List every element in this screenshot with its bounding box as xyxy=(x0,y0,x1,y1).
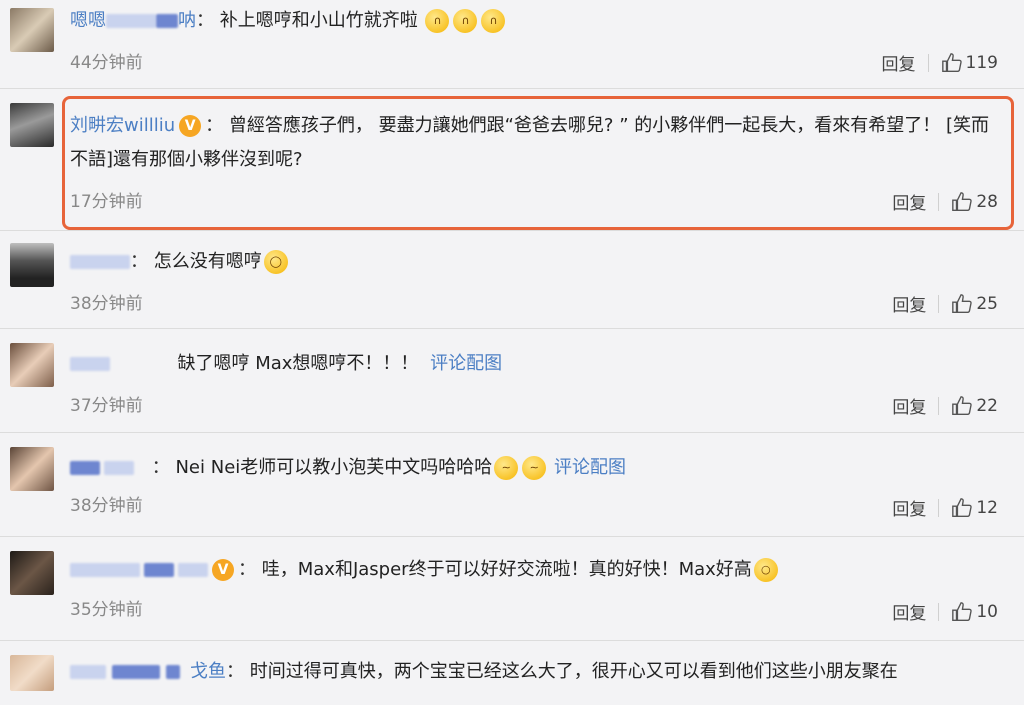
like-count: 119 xyxy=(965,52,998,73)
comment-line: ： 怎么没有嗯哼 ◯ xyxy=(70,245,1004,279)
comment-line: V： 哇，Max和Jasper终于可以好好交流啦！真的好快！Max好高 ○ xyxy=(70,553,1004,587)
avatar[interactable] xyxy=(10,343,54,387)
emoji-face-icon: ∩ xyxy=(425,9,450,33)
blurred-username xyxy=(112,665,160,679)
thumbs-up-icon[interactable] xyxy=(941,52,963,74)
blurred-username xyxy=(156,14,178,28)
thumbs-up-icon[interactable] xyxy=(951,497,973,519)
comment-image-link[interactable]: 评论配图 xyxy=(430,353,502,374)
comment-item: ： 怎么没有嗯哼 ◯ 38分钟前 回复 25 xyxy=(0,231,1024,329)
reply-button[interactable]: 回复 xyxy=(892,599,926,624)
timestamp: 35分钟前 xyxy=(70,600,143,620)
divider xyxy=(938,396,940,415)
comment-feed: 嗯嗯 呐： 补上嗯哼和小山竹就齐啦 ∩ ∩ ∩ 44分钟前 回复 119 刘畊宏wil… xyxy=(0,0,1024,705)
comment-image-link[interactable]: 评论配图 xyxy=(554,457,626,478)
thumbs-up-icon[interactable] xyxy=(951,601,973,623)
reply-button[interactable]: 回复 xyxy=(882,50,916,75)
comment-item: 戈鱼： 时间过得可真快，两个宝宝已经这么大了，很开心又可以看到他们这些小朋友聚在 xyxy=(0,641,1024,705)
highlight-box xyxy=(62,96,1014,230)
timestamp: 37分钟前 xyxy=(70,396,143,416)
comment-item: ： Nei Nei老师可以教小泡芙中文吗哈哈哈 ∼ ∼ 评论配图 38分钟前 回复 … xyxy=(0,433,1024,535)
blurred-username xyxy=(144,563,174,577)
comment-item: 嗯嗯 呐： 补上嗯哼和小山竹就齐啦 ∩ ∩ ∩ 44分钟前 回复 119 xyxy=(0,0,1024,88)
colon: ： xyxy=(238,559,256,580)
emoji-face-icon: ∼ xyxy=(494,456,519,480)
username[interactable] xyxy=(70,353,110,374)
divider xyxy=(938,294,940,313)
timestamp: 44分钟前 xyxy=(70,53,143,73)
divider xyxy=(938,602,940,621)
verified-v-icon: V xyxy=(212,559,234,581)
comment-text: 补上嗯哼和小山竹就齐啦 xyxy=(219,10,418,31)
emoji-face-icon: ∩ xyxy=(453,9,478,33)
thumbs-up-icon[interactable] xyxy=(951,293,973,315)
blurred-username xyxy=(70,255,130,269)
reply-button[interactable]: 回复 xyxy=(892,291,926,316)
comment-line: ： Nei Nei老师可以教小泡芙中文吗哈哈哈 ∼ ∼ 评论配图 xyxy=(70,451,1004,485)
colon: ： xyxy=(196,10,214,31)
comment-text: 缺了嗯哼 Max想嗯哼不！！！ xyxy=(177,353,419,374)
blurred-username xyxy=(70,461,100,475)
timestamp: 38分钟前 xyxy=(70,294,143,314)
avatar[interactable] xyxy=(10,103,54,147)
comment-item: 缺了嗯哼 Max想嗯哼不！！！ 评论配图 37分钟前 回复 22 xyxy=(0,329,1024,431)
colon: ： xyxy=(130,251,148,272)
emoji-face-icon: ○ xyxy=(753,558,778,582)
username[interactable]: 嗯嗯呐 xyxy=(70,10,196,31)
comment-item: V： 哇，Max和Jasper终于可以好好交流啦！真的好快！Max好高 ○ 35分… xyxy=(0,537,1024,639)
divider xyxy=(938,498,940,517)
comment-text: Nei Nei老师可以教小泡芙中文吗哈哈哈 xyxy=(175,457,493,478)
username[interactable]: 戈鱼 xyxy=(70,661,226,682)
comment-actions: 回复 12 xyxy=(892,495,998,521)
comment-text: 时间过得可真快，两个宝宝已经这么大了，很开心又可以看到他们这些小朋友聚在 xyxy=(249,661,898,682)
username[interactable] xyxy=(70,559,208,580)
blurred-username xyxy=(70,357,110,371)
username[interactable] xyxy=(70,457,134,478)
emoji-face-icon: ◯ xyxy=(263,250,288,274)
comment-line: 缺了嗯哼 Max想嗯哼不！！！ 评论配图 xyxy=(70,347,1004,381)
comment-actions: 回复 25 xyxy=(892,291,998,317)
blurred-username xyxy=(104,461,134,475)
emoji-face-icon: ∼ xyxy=(522,456,547,480)
colon: ： xyxy=(226,661,244,682)
reply-button[interactable]: 回复 xyxy=(892,393,926,418)
blurred-username xyxy=(178,563,208,577)
comment-text: 怎么没有嗯哼 xyxy=(153,251,262,272)
comment-actions: 回复 10 xyxy=(892,599,998,625)
comment-actions: 回复 22 xyxy=(892,393,998,419)
colon: ： xyxy=(151,457,170,478)
blurred-username xyxy=(166,665,180,679)
avatar[interactable] xyxy=(10,243,54,287)
emoji-face-icon: ∩ xyxy=(481,9,506,33)
divider xyxy=(927,53,929,72)
like-count: 22 xyxy=(976,395,998,416)
blurred-username xyxy=(70,563,140,577)
blurred-username xyxy=(106,14,156,28)
avatar[interactable] xyxy=(10,551,54,595)
timestamp: 38分钟前 xyxy=(70,496,143,516)
comment-text: 哇，Max和Jasper终于可以好好交流啦！真的好快！Max好高 xyxy=(261,559,752,580)
reply-button[interactable]: 回复 xyxy=(892,495,926,520)
avatar[interactable] xyxy=(10,8,54,52)
like-count: 12 xyxy=(976,497,998,518)
like-count: 10 xyxy=(976,601,998,622)
username[interactable] xyxy=(70,251,130,272)
avatar[interactable] xyxy=(10,655,54,691)
like-count: 25 xyxy=(976,293,998,314)
thumbs-up-icon[interactable] xyxy=(951,395,973,417)
comment-actions: 回复 119 xyxy=(882,50,998,76)
comment-line: 戈鱼： 时间过得可真快，两个宝宝已经这么大了，很开心又可以看到他们这些小朋友聚在 xyxy=(70,655,1004,689)
avatar[interactable] xyxy=(10,447,54,491)
blurred-username xyxy=(70,665,106,679)
comment-line: 嗯嗯 呐： 补上嗯哼和小山竹就齐啦 ∩ ∩ ∩ xyxy=(70,4,1004,38)
